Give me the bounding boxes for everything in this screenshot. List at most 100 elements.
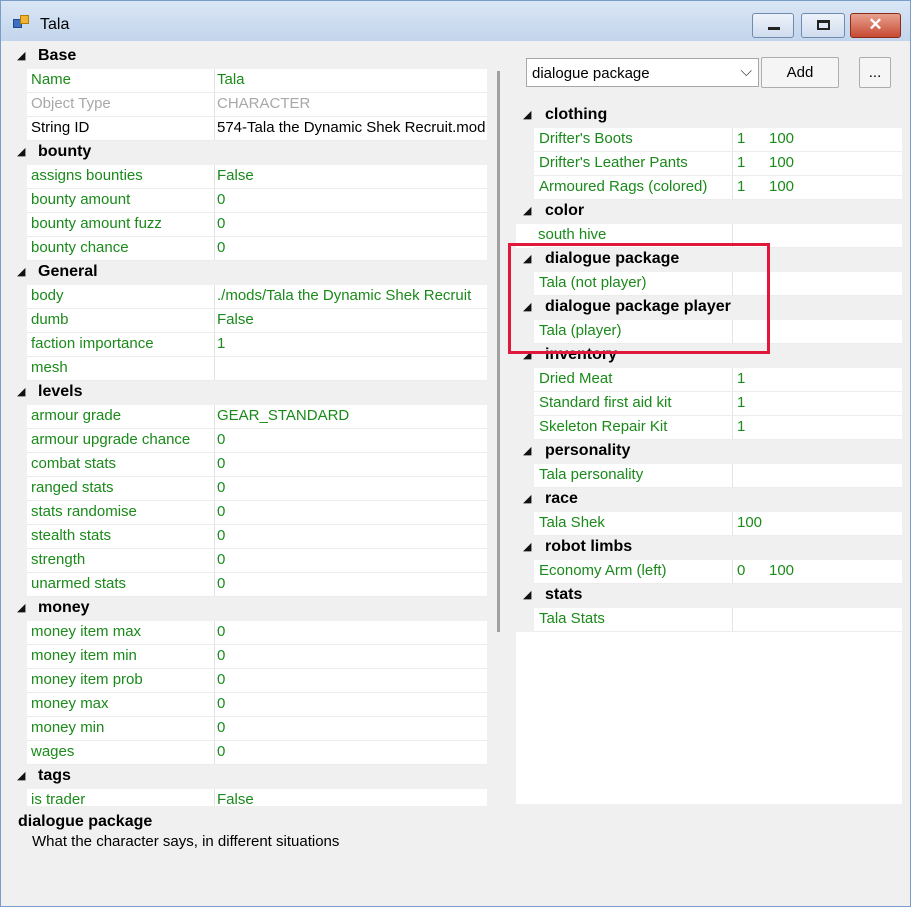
minimize-button[interactable]	[752, 13, 794, 38]
property-value[interactable]: 0	[217, 503, 485, 520]
reference-value-1[interactable]: 0	[737, 562, 745, 579]
property-row[interactable]: money item min 0	[11, 645, 487, 669]
reference-value-1[interactable]: 1	[737, 418, 745, 435]
property-value[interactable]: 574-Tala the Dynamic Shek Recruit.mod	[217, 119, 485, 136]
reference-type-dropdown[interactable]: dialogue package ⌵	[526, 58, 759, 87]
reference-item[interactable]: Skeleton Repair Kit 1	[516, 416, 902, 440]
property-value[interactable]: Tala	[217, 71, 485, 88]
property-value[interactable]: CHARACTER	[217, 95, 485, 112]
category-header[interactable]: ◢ levels	[11, 381, 487, 405]
property-value[interactable]: ./mods/Tala the Dynamic Shek Recruit	[217, 287, 485, 304]
category-header[interactable]: ◢ bounty	[11, 141, 487, 165]
category-header[interactable]: ◢ Base	[11, 45, 487, 69]
property-value[interactable]: 0	[217, 455, 485, 472]
property-row[interactable]: bounty amount 0	[11, 189, 487, 213]
property-row[interactable]: mesh	[11, 357, 487, 381]
reference-item[interactable]: Tala Stats	[516, 608, 902, 632]
reference-category[interactable]: ◢ dialogue package	[516, 248, 902, 272]
collapse-triangle-icon[interactable]: ◢	[523, 540, 531, 553]
collapse-triangle-icon[interactable]: ◢	[523, 252, 531, 265]
property-row[interactable]: ranged stats 0	[11, 477, 487, 501]
reference-value-1[interactable]: 1	[737, 178, 745, 195]
property-value[interactable]: GEAR_STANDARD	[217, 407, 485, 424]
property-value[interactable]: 0	[217, 575, 485, 592]
collapse-triangle-icon[interactable]: ◢	[17, 769, 25, 782]
property-row[interactable]: Object Type CHARACTER	[11, 93, 487, 117]
reference-value-1[interactable]: 1	[737, 394, 745, 411]
property-row[interactable]: dumb False	[11, 309, 487, 333]
property-row[interactable]: armour grade GEAR_STANDARD	[11, 405, 487, 429]
reference-item[interactable]: Armoured Rags (colored) 1 100	[516, 176, 902, 200]
title-bar[interactable]: Tala ✕	[1, 1, 910, 41]
property-value[interactable]: 0	[217, 647, 485, 664]
reference-category[interactable]: ◢ color	[516, 200, 902, 224]
reference-item[interactable]: south hive	[516, 224, 902, 248]
collapse-triangle-icon[interactable]: ◢	[17, 49, 25, 62]
collapse-triangle-icon[interactable]: ◢	[17, 601, 25, 614]
reference-item[interactable]: Standard first aid kit 1	[516, 392, 902, 416]
reference-category[interactable]: ◢ robot limbs	[516, 536, 902, 560]
reference-item[interactable]: Tala (player)	[516, 320, 902, 344]
property-row[interactable]: money max 0	[11, 693, 487, 717]
panel-splitter[interactable]	[497, 71, 500, 632]
property-row[interactable]: money min 0	[11, 717, 487, 741]
property-row[interactable]: bounty chance 0	[11, 237, 487, 261]
property-row[interactable]: stats randomise 0	[11, 501, 487, 525]
property-row[interactable]: stealth stats 0	[11, 525, 487, 549]
collapse-triangle-icon[interactable]: ◢	[523, 492, 531, 505]
property-value[interactable]: 0	[217, 623, 485, 640]
property-row[interactable]: unarmed stats 0	[11, 573, 487, 597]
reference-value-2[interactable]: 100	[769, 154, 794, 171]
close-button[interactable]: ✕	[850, 13, 901, 38]
collapse-triangle-icon[interactable]: ◢	[523, 204, 531, 217]
property-value[interactable]: 0	[217, 695, 485, 712]
property-value[interactable]: 0	[217, 743, 485, 760]
property-value[interactable]: 1	[217, 335, 485, 352]
property-grid[interactable]: ◢ Base Name Tala Object Type CHARACTER String …	[11, 45, 487, 806]
property-value[interactable]: 0	[217, 551, 485, 568]
reference-value-2[interactable]: 100	[769, 130, 794, 147]
category-header[interactable]: ◢ money	[11, 597, 487, 621]
property-value[interactable]: 0	[217, 431, 485, 448]
collapse-triangle-icon[interactable]: ◢	[523, 444, 531, 457]
property-value[interactable]: 0	[217, 239, 485, 256]
reference-item[interactable]: Tala (not player)	[516, 272, 902, 296]
property-value[interactable]: False	[217, 167, 485, 184]
reference-value-1[interactable]: 100	[737, 514, 762, 531]
reference-category[interactable]: ◢ inventory	[516, 344, 902, 368]
property-row[interactable]: String ID 574-Tala the Dynamic Shek Recru…	[11, 117, 487, 141]
collapse-triangle-icon[interactable]: ◢	[523, 300, 531, 313]
reference-category[interactable]: ◢ stats	[516, 584, 902, 608]
property-row[interactable]: bounty amount fuzz 0	[11, 213, 487, 237]
reference-item[interactable]: Tala personality	[516, 464, 902, 488]
category-header[interactable]: ◢ tags	[11, 765, 487, 789]
property-value[interactable]: 0	[217, 215, 485, 232]
reference-item[interactable]: Tala Shek 100	[516, 512, 902, 536]
collapse-triangle-icon[interactable]: ◢	[17, 265, 25, 278]
collapse-triangle-icon[interactable]: ◢	[17, 145, 25, 158]
property-row[interactable]: faction importance 1	[11, 333, 487, 357]
maximize-button[interactable]	[801, 13, 845, 38]
reference-category[interactable]: ◢ dialogue package player	[516, 296, 902, 320]
property-value[interactable]: 0	[217, 671, 485, 688]
collapse-triangle-icon[interactable]: ◢	[523, 588, 531, 601]
reference-category[interactable]: ◢ personality	[516, 440, 902, 464]
property-row[interactable]: strength 0	[11, 549, 487, 573]
reference-item[interactable]: Drifter's Leather Pants 1 100	[516, 152, 902, 176]
property-row[interactable]: wages 0	[11, 741, 487, 765]
collapse-triangle-icon[interactable]: ◢	[523, 108, 531, 121]
reference-item[interactable]: Economy Arm (left) 0 100	[516, 560, 902, 584]
reference-value-1[interactable]: 1	[737, 370, 745, 387]
reference-value-2[interactable]: 100	[769, 178, 794, 195]
property-row[interactable]: armour upgrade chance 0	[11, 429, 487, 453]
reference-value-1[interactable]: 1	[737, 154, 745, 171]
property-value[interactable]: False	[217, 311, 485, 328]
property-row[interactable]: is trader False	[11, 789, 487, 806]
property-value[interactable]: False	[217, 791, 485, 806]
browse-button[interactable]: ...	[859, 57, 891, 88]
references-grid[interactable]: ◢ clothing Drifter's Boots 1 100 Drifter's Le…	[516, 104, 902, 804]
property-row[interactable]: money item prob 0	[11, 669, 487, 693]
property-row[interactable]: assigns bounties False	[11, 165, 487, 189]
category-header[interactable]: ◢ General	[11, 261, 487, 285]
add-button[interactable]: Add	[761, 57, 839, 88]
